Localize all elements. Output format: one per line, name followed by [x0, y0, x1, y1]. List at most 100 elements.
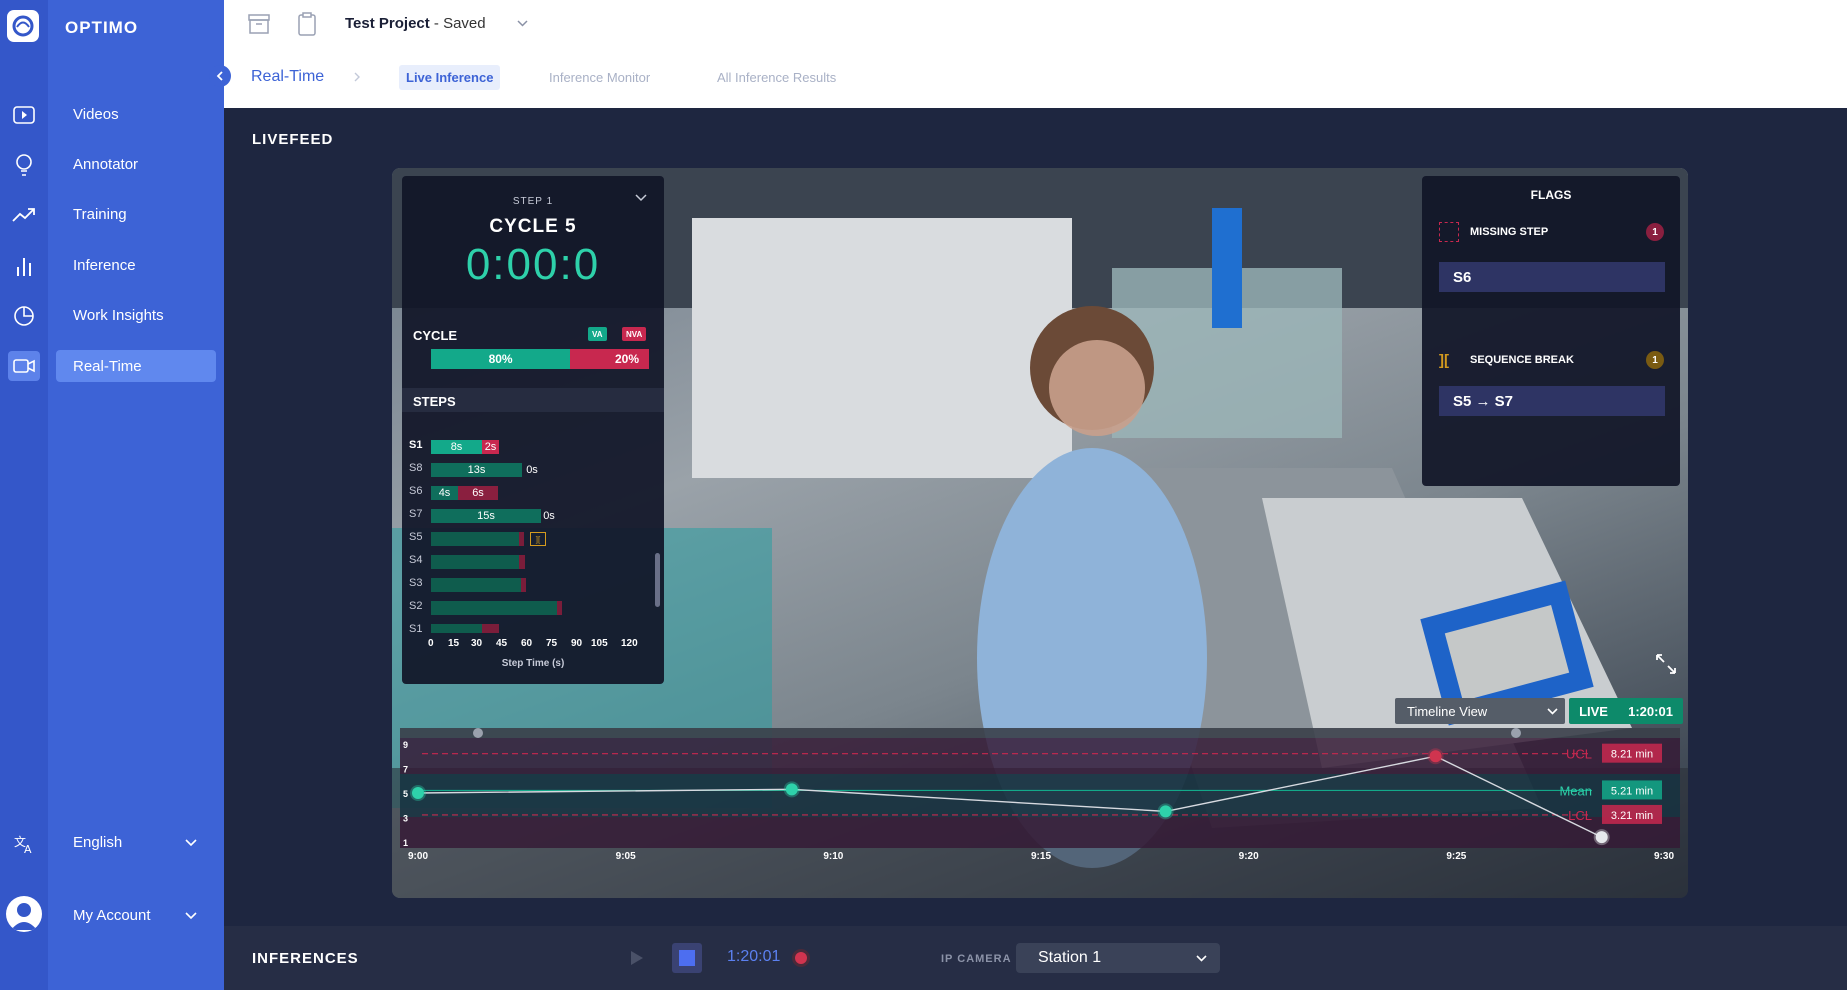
control-value-text: 5.21 min	[1611, 785, 1653, 797]
control-line-label: LCL	[1568, 808, 1592, 823]
timeline-scrub-handle-left[interactable]	[473, 728, 483, 738]
sidebar-item-inference[interactable]: Inference	[56, 249, 216, 281]
tab-live-inference[interactable]: Live Inference	[399, 65, 501, 90]
timeline-scrub-handle-right[interactable]	[1511, 728, 1521, 738]
account-menu[interactable]: My Account	[73, 907, 151, 924]
bulb-icon[interactable]	[10, 151, 38, 179]
mean-band	[400, 774, 1680, 817]
inferences-title: INFERENCES	[252, 950, 359, 967]
stop-button[interactable]	[672, 943, 702, 973]
x-tick-label: 9:05	[616, 851, 636, 862]
axis-tick: 0	[428, 638, 434, 649]
chevron-right-icon	[354, 72, 360, 82]
flags-title: FLAGS	[1530, 188, 1572, 202]
data-point	[1595, 831, 1608, 844]
y-tick-label: 1	[403, 838, 408, 848]
va-tag: VA	[588, 327, 607, 341]
chevron-down-icon[interactable]	[635, 194, 647, 202]
chevron-down-icon[interactable]	[185, 839, 197, 847]
sidebar-item-work-insights[interactable]: Work Insights	[56, 299, 216, 331]
bar-chart-icon[interactable]	[10, 252, 38, 280]
sidebar-item-real-time[interactable]: Real-Time	[56, 350, 216, 382]
step-nva-time: 2s	[484, 441, 497, 453]
timeline-view-select[interactable]: Timeline View	[1395, 698, 1565, 724]
inference-time: 1:20:01	[727, 948, 781, 965]
ip-camera-label: IP CAMERA	[941, 953, 1012, 965]
step-label-s6: S6	[409, 485, 423, 497]
breadcrumb-root[interactable]: Real-Time	[251, 68, 324, 86]
tab-inference-monitor[interactable]: Inference Monitor	[542, 65, 657, 90]
collapse-sidebar-button[interactable]	[209, 65, 231, 87]
ucl-band	[400, 738, 1680, 774]
step-label-s5: S5	[409, 531, 423, 543]
step-bar-va	[431, 601, 557, 615]
step-bar-nva	[557, 601, 562, 615]
cycle-section-label: CYCLE	[413, 328, 458, 343]
axis-tick: 45	[496, 638, 508, 649]
x-tick-label: 9:10	[823, 851, 843, 862]
sidebar-item-training[interactable]: Training	[56, 198, 216, 230]
step-label-s4: S4	[409, 554, 423, 566]
optimo-logo	[7, 10, 39, 42]
nva-tag: NVA	[622, 327, 647, 341]
chevron-down-icon[interactable]	[1547, 708, 1558, 715]
archive-icon[interactable]	[247, 11, 271, 37]
station-select[interactable]: Station 1	[1016, 943, 1220, 973]
step-bar-nva: 0s	[541, 509, 557, 523]
step-va-time: 13s	[467, 464, 486, 476]
missing-step-count: 1	[1646, 223, 1664, 241]
clipboard-icon[interactable]	[295, 11, 319, 37]
avatar[interactable]	[6, 896, 42, 932]
step-bar-va: 8s	[431, 440, 482, 454]
cycle-timer: 0:00:0	[465, 240, 601, 289]
steps-scrollbar[interactable]	[655, 553, 660, 607]
step-bar-va	[431, 532, 519, 546]
livefeed-title: LIVEFEED	[252, 131, 334, 148]
tab-all-inference-results[interactable]: All Inference Results	[710, 65, 843, 90]
steps-section-label: STEPS	[413, 394, 456, 409]
sequence-break-icon: ][	[1439, 351, 1449, 369]
live-video-feed[interactable]: STEP 1 CYCLE 5 0:00:0 CYCLE VA NVA 80% 2…	[392, 168, 1688, 898]
y-tick-label: 5	[403, 789, 408, 799]
play-icon[interactable]	[630, 950, 644, 966]
svg-text:A: A	[24, 843, 32, 854]
chevron-down-icon[interactable]	[517, 20, 528, 27]
video-icon[interactable]	[10, 101, 38, 129]
account-label: My Account	[73, 907, 151, 924]
step-label-s1-prev: S1	[409, 623, 423, 635]
language-select[interactable]: English	[73, 834, 122, 851]
sequence-break-value: S5 → S7	[1439, 386, 1665, 416]
step-nva-time: 0s	[526, 464, 538, 476]
chevron-down-icon[interactable]	[1196, 955, 1207, 962]
control-value-text: 8.21 min	[1611, 749, 1653, 761]
y-tick-label: 3	[403, 814, 408, 824]
step-label-s1: S1	[409, 439, 423, 451]
sidebar-item-annotator[interactable]: Annotator	[56, 148, 216, 180]
pie-chart-icon[interactable]	[10, 302, 38, 330]
step-nva-time: 0s	[543, 510, 555, 522]
axis-tick: 90	[571, 638, 583, 649]
trend-icon[interactable]	[10, 201, 38, 229]
va-bar-fill: 80%	[431, 349, 571, 369]
timeline-scrubber-track[interactable]	[400, 728, 1680, 738]
expand-icon[interactable]	[1654, 652, 1678, 676]
sidebar-item-videos[interactable]: Videos	[56, 98, 216, 130]
camera-icon[interactable]	[8, 351, 40, 381]
timeline-view-label: Timeline View	[1407, 703, 1488, 719]
step-nva-time: 6s	[472, 487, 484, 499]
step-bar-nva	[519, 555, 525, 569]
sequence-break-label: SEQUENCE BREAK	[1470, 354, 1574, 366]
axis-tick: 75	[546, 638, 558, 649]
control-line-label: Mean	[1559, 783, 1592, 798]
step-bar-nva	[482, 624, 499, 633]
missing-step-icon	[1439, 222, 1459, 242]
chevron-down-icon[interactable]	[185, 912, 197, 920]
cycle-panel: STEP 1 CYCLE 5 0:00:0 CYCLE VA NVA 80% 2…	[402, 176, 664, 684]
translate-icon[interactable]: 文A	[10, 830, 38, 858]
project-selector[interactable]: Test Project - Saved	[345, 15, 486, 32]
step-va-time: 15s	[477, 510, 495, 522]
sequence-break-count: 1	[1646, 351, 1664, 369]
x-tick-label: 9:20	[1239, 851, 1259, 862]
station-label: Station 1	[1038, 949, 1102, 966]
axis-tick: 120	[621, 638, 638, 649]
